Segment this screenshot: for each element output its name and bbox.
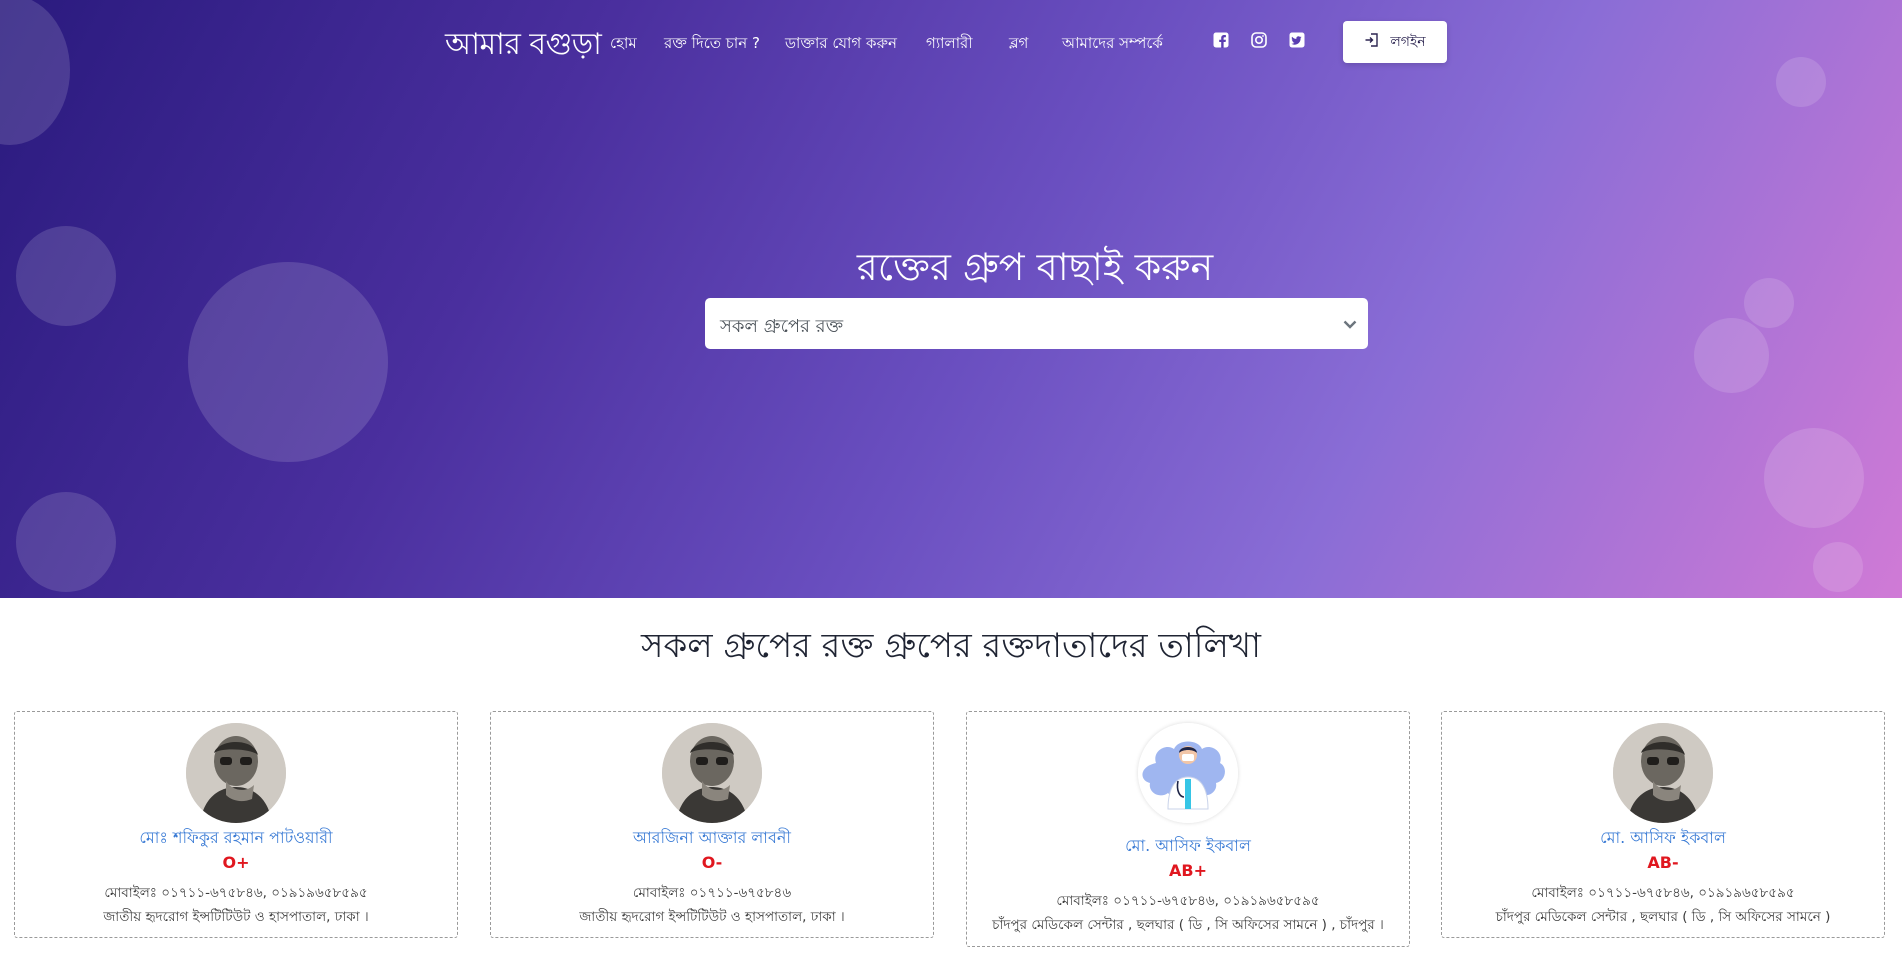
login-icon bbox=[1364, 32, 1380, 52]
donor-card[interactable]: মোঃ শফিকুর রহমান পাটওয়ারী O+ মোবাইলঃ ০১… bbox=[14, 711, 458, 938]
decor-bubble bbox=[1764, 428, 1864, 528]
donor-blood-group: O- bbox=[701, 853, 723, 872]
nav-item-about[interactable]: আমাদের সম্পর্কে bbox=[1062, 32, 1163, 57]
blood-group-select[interactable]: সকল গ্রুপের রক্ত bbox=[705, 298, 1368, 349]
decor-bubble bbox=[1813, 542, 1863, 592]
donor-name[interactable]: আরজিনা আক্তার লাবনী bbox=[491, 825, 933, 852]
hero-title: রক্তের গ্রুপ বাছাই করুন bbox=[856, 245, 1214, 289]
donor-phone: মোবাইলঃ ০১৭১১-৬৭৫৮৪৬ bbox=[632, 885, 792, 901]
donor-address: চাঁদপুর মেডিকেল সেন্টার , ছলঘার ( ডি , স… bbox=[992, 917, 1384, 933]
donor-name[interactable]: মোঃ শফিকুর রহমান পাটওয়ারী bbox=[15, 825, 457, 852]
blood-group-select-value: সকল গ্রুপের রক্ত bbox=[720, 316, 844, 337]
brand-logo[interactable]: আমার বগুড়া bbox=[445, 20, 602, 71]
donor-address: চাঁদপুর মেডিকেল সেন্টার , ছলঘার ( ডি , স… bbox=[1495, 909, 1831, 925]
instagram-icon[interactable] bbox=[1251, 32, 1267, 48]
donor-address: জাতীয় হৃদরোগ ইন্সটিটিউট ও হাসপাতাল, ঢাক… bbox=[103, 909, 369, 925]
donor-card[interactable]: মো. আসিফ ইকবাল AB+ মোবাইলঃ ০১৭১১-৬৭৫৮৪৬,… bbox=[966, 711, 1410, 947]
donor-card[interactable]: আরজিনা আক্তার লাবনী O- মোবাইলঃ ০১৭১১-৬৭৫… bbox=[490, 711, 934, 938]
decor-bubble bbox=[1694, 318, 1769, 393]
donor-blood-group: AB- bbox=[1647, 853, 1679, 872]
login-button[interactable]: লগইন bbox=[1343, 21, 1447, 63]
donor-avatar bbox=[1613, 723, 1713, 823]
donor-phone: মোবাইলঃ ০১৭১১-৬৭৫৮৪৬, ০১৯১৯৬৫৮৫৯৫ bbox=[1531, 885, 1795, 901]
nav-item-add-doctor[interactable]: ডাক্তার যোগ করুন bbox=[785, 32, 897, 57]
donor-name[interactable]: মো. আসিফ ইকবাল bbox=[967, 833, 1409, 860]
twitter-icon[interactable] bbox=[1289, 32, 1305, 48]
doctor-avatar-icon bbox=[1138, 723, 1238, 823]
donor-avatar bbox=[186, 723, 286, 823]
chevron-down-icon bbox=[1342, 316, 1358, 332]
donor-phone: মোবাইলঃ ০১৭১১-৬৭৫৮৪৬, ০১৯১৯৬৫৮৫৯৫ bbox=[1056, 893, 1320, 909]
donor-blood-group: AB+ bbox=[1169, 861, 1207, 880]
facebook-icon[interactable] bbox=[1213, 32, 1229, 48]
nav-item-blog[interactable]: ব্লগ bbox=[1009, 32, 1028, 57]
donor-card[interactable]: মো. আসিফ ইকবাল AB- মোবাইলঃ ০১৭১১-৬৭৫৮৪৬,… bbox=[1441, 711, 1885, 938]
donor-name[interactable]: মো. আসিফ ইকবাল bbox=[1442, 825, 1884, 852]
donor-blood-group: O+ bbox=[222, 853, 250, 872]
hero-section: আমার বগুড়া হোম রক্ত দিতে চান ? ডাক্তার … bbox=[0, 0, 1902, 598]
donor-address: জাতীয় হৃদরোগ ইন্সটিটিউট ও হাসপাতাল, ঢাক… bbox=[579, 909, 845, 925]
navbar: আমার বগুড়া হোম রক্ত দিতে চান ? ডাক্তার … bbox=[0, 0, 1902, 84]
login-label: লগইন bbox=[1390, 34, 1426, 50]
nav-item-donate-blood[interactable]: রক্ত দিতে চান ? bbox=[664, 32, 760, 57]
nav-item-home[interactable]: হোম bbox=[610, 32, 637, 57]
donor-phone: মোবাইলঃ ০১৭১১-৬৭৫৮৪৬, ০১৯১৯৬৫৮৫৯৫ bbox=[104, 885, 368, 901]
donor-list-title: সকল গ্রুপের রক্ত গ্রুপের রক্তদাতাদের তাল… bbox=[640, 626, 1261, 666]
nav-item-gallery[interactable]: গ্যালারী bbox=[926, 32, 973, 57]
donor-avatar bbox=[662, 723, 762, 823]
decor-bubble bbox=[16, 492, 116, 592]
